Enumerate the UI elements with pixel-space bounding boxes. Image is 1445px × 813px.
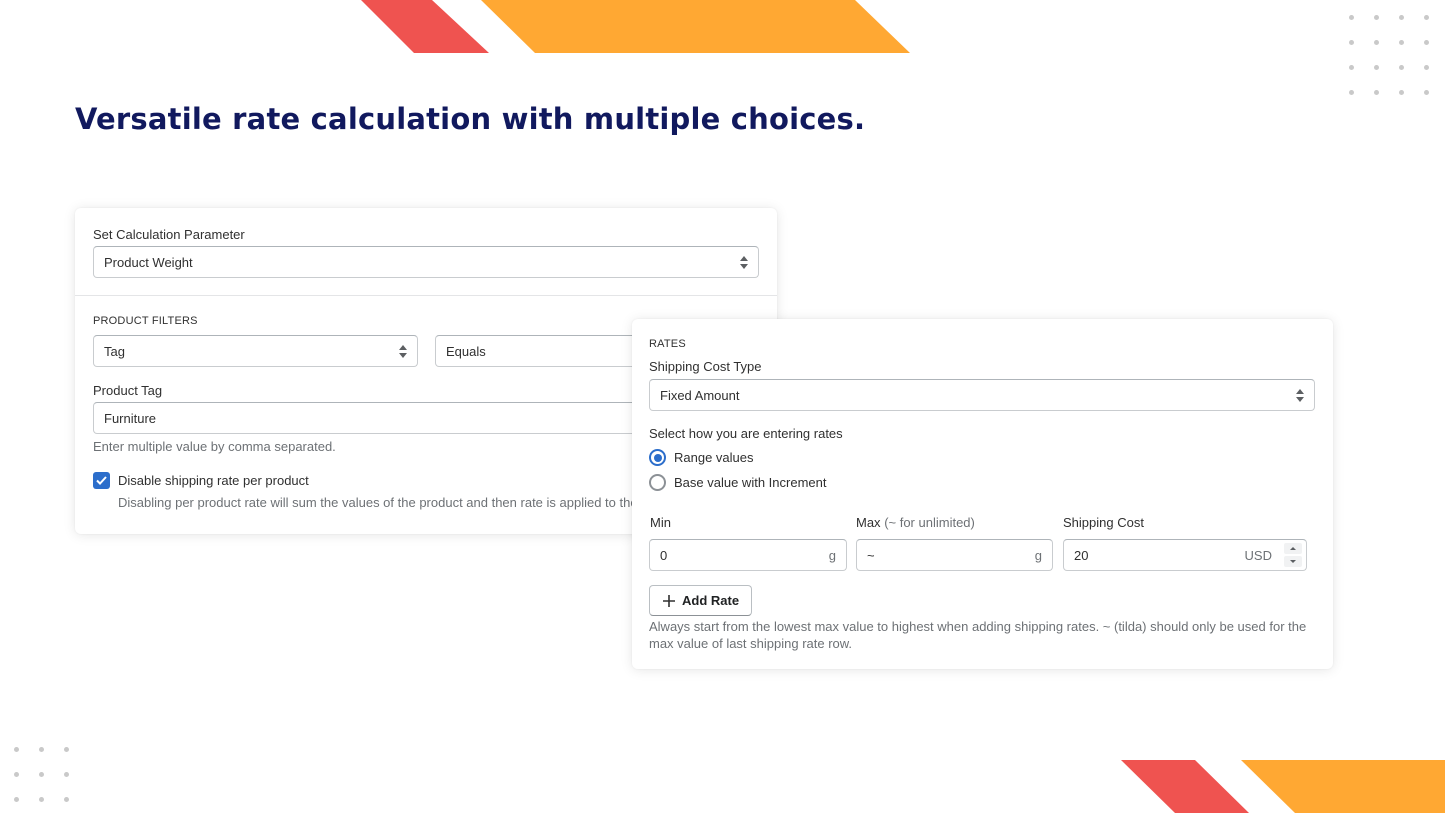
max-hint-text: (~ for unlimited) — [884, 515, 975, 530]
shipping-cost-type-value: Fixed Amount — [660, 387, 740, 403]
shipping-cost-type-label: Shipping Cost Type — [649, 359, 762, 374]
filter-type-value: Tag — [104, 343, 125, 359]
checkmark-icon — [96, 476, 107, 485]
product-filters-heading: PRODUCT FILTERS — [93, 315, 198, 327]
filter-type-select[interactable]: Tag — [93, 335, 418, 367]
entry-mode-label: Select how you are entering rates — [649, 426, 843, 441]
dot-grid-decoration — [1349, 15, 1429, 95]
base-increment-radio[interactable] — [649, 474, 666, 491]
max-input[interactable]: ~ g — [856, 539, 1053, 571]
plus-icon — [663, 594, 675, 607]
calculation-parameter-select[interactable]: Product Weight — [93, 246, 759, 278]
range-values-radio[interactable] — [649, 449, 666, 466]
bottom-stripes-decoration — [1121, 760, 1445, 813]
max-unit: g — [1034, 548, 1042, 563]
min-value: 0 — [660, 547, 668, 563]
stepper-up-icon[interactable] — [1284, 543, 1302, 554]
product-tag-label: Product Tag — [93, 383, 163, 398]
top-stripes-decoration — [361, 0, 910, 53]
number-stepper[interactable] — [1284, 543, 1302, 567]
shipping-cost-type-select[interactable]: Fixed Amount — [649, 379, 1315, 411]
range-values-label[interactable]: Range values — [674, 450, 754, 465]
max-label-text: Max — [856, 515, 881, 530]
rates-footer-help: Always start from the lowest max value t… — [649, 619, 1307, 651]
product-tag-value: Furniture — [104, 410, 157, 426]
min-column-label: Min — [650, 515, 671, 530]
max-column-label: Max (~ for unlimited) — [856, 515, 975, 530]
calculation-parameter-value: Product Weight — [104, 254, 193, 270]
rates-heading: RATES — [649, 338, 686, 350]
shipping-cost-column-label: Shipping Cost — [1063, 515, 1144, 530]
dot-grid-decoration — [14, 747, 69, 802]
product-tag-help: Enter multiple value by comma separated. — [93, 439, 336, 454]
max-value: ~ — [867, 547, 875, 563]
rates-card: RATES Shipping Cost Type Fixed Amount Se… — [632, 319, 1333, 669]
select-arrows-icon — [399, 345, 407, 358]
select-arrows-icon — [740, 256, 748, 269]
add-rate-label: Add Rate — [682, 593, 740, 608]
select-arrows-icon — [1296, 389, 1304, 402]
divider — [75, 295, 777, 296]
disable-per-product-label[interactable]: Disable shipping rate per product — [118, 473, 309, 488]
shipping-cost-currency: USD — [1244, 548, 1272, 563]
filter-condition-value: Equals — [446, 343, 486, 359]
calculation-parameter-label: Set Calculation Parameter — [93, 227, 245, 242]
disable-per-product-help: Disabling per product rate will sum the … — [118, 495, 655, 510]
shipping-cost-input[interactable]: 20 USD — [1063, 539, 1307, 571]
min-unit: g — [828, 548, 836, 563]
shipping-cost-value: 20 — [1074, 547, 1089, 563]
add-rate-button[interactable]: Add Rate — [649, 585, 753, 616]
stepper-down-icon[interactable] — [1284, 556, 1302, 567]
min-input[interactable]: 0 g — [649, 539, 847, 571]
disable-per-product-checkbox[interactable] — [93, 472, 110, 489]
page-headline: Versatile rate calculation with multiple… — [75, 102, 866, 136]
base-increment-label[interactable]: Base value with Increment — [674, 475, 826, 490]
